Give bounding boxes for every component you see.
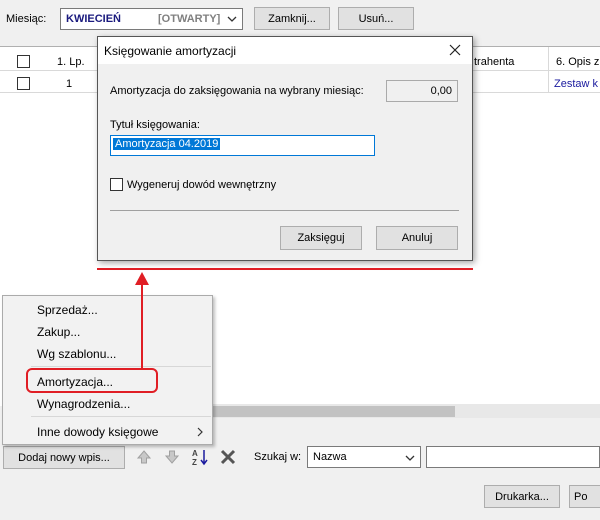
- print-button[interactable]: Drukarka...: [484, 485, 560, 508]
- chevron-down-icon: [227, 16, 237, 22]
- generate-document-checkbox[interactable]: [110, 178, 123, 191]
- move-down-button[interactable]: [161, 446, 183, 468]
- svg-text:Z: Z: [192, 458, 197, 467]
- posting-title-value: Amortyzacja 04.2019: [113, 138, 221, 150]
- delete-button[interactable]: Usuń...: [338, 7, 414, 30]
- posting-title-label: Tytuł księgowania:: [110, 119, 200, 131]
- column-header-opis[interactable]: 6. Opis z: [556, 56, 599, 68]
- post-depreciation-dialog: Księgowanie amortyzacji Amortyzacja do z…: [97, 36, 473, 261]
- month-select[interactable]: KWIECIEŃ [OTWARTY]: [60, 8, 243, 30]
- column-header-lp[interactable]: 1. Lp.: [57, 56, 85, 68]
- sort-button[interactable]: A Z: [189, 446, 211, 468]
- dialog-titlebar[interactable]: Księgowanie amortyzacji: [98, 37, 472, 64]
- dialog-title: Księgowanie amortyzacji: [104, 44, 237, 58]
- row-opis[interactable]: Zestaw k: [554, 78, 598, 90]
- post-button[interactable]: Zaksięguj: [280, 226, 362, 250]
- annotation-arrow-shaft: [141, 283, 143, 369]
- select-all-checkbox[interactable]: [17, 55, 30, 68]
- delete-entry-button[interactable]: [217, 446, 239, 468]
- search-label: Szukaj w:: [254, 451, 302, 463]
- move-up-button[interactable]: [133, 446, 155, 468]
- chevron-right-icon: [197, 427, 203, 437]
- delete-x-icon: [220, 449, 236, 465]
- arrow-up-icon: [136, 450, 152, 464]
- row-lp: 1: [66, 78, 73, 90]
- menu-separator: [31, 366, 211, 367]
- amount-label: Amortyzacja do zaksięgowania na wybrany …: [110, 85, 364, 97]
- search-field-value: Nazwa: [313, 451, 347, 463]
- row-checkbox[interactable]: [17, 77, 30, 90]
- amount-value: 0,00: [386, 80, 458, 102]
- generate-document-label[interactable]: Wygeneruj dowód wewnętrzny: [127, 179, 276, 191]
- scrollbar-thumb[interactable]: [213, 406, 455, 417]
- horizontal-scrollbar[interactable]: [213, 404, 600, 418]
- search-input[interactable]: [426, 446, 600, 468]
- close-icon[interactable]: [446, 41, 464, 59]
- add-entry-button[interactable]: Dodaj nowy wpis...: [3, 446, 125, 469]
- more-button[interactable]: Po: [569, 485, 600, 508]
- posting-title-input[interactable]: Amortyzacja 04.2019: [110, 135, 375, 156]
- highlight-box: [26, 368, 158, 393]
- dialog-separator: [110, 210, 459, 211]
- menu-item-sprzedaz[interactable]: Sprzedaż...: [37, 303, 98, 317]
- sort-az-icon: A Z: [192, 449, 208, 467]
- column-header-kontrahent[interactable]: trahenta: [474, 56, 514, 68]
- chevron-down-icon: [405, 455, 415, 461]
- search-field-select[interactable]: Nazwa: [307, 446, 421, 468]
- month-value: KWIECIEŃ: [66, 13, 121, 25]
- menu-item-wynagrodzenia[interactable]: Wynagrodzenia...: [37, 397, 130, 411]
- menu-separator: [31, 416, 211, 417]
- menu-item-inne-dowody[interactable]: Inne dowody księgowe: [37, 425, 158, 439]
- arrow-down-icon: [164, 450, 180, 464]
- annotation-underline: [97, 268, 473, 270]
- menu-item-wg-szablonu[interactable]: Wg szablonu...: [37, 347, 116, 361]
- menu-item-zakup[interactable]: Zakup...: [37, 325, 80, 339]
- annotation-arrow-head-icon: [135, 272, 149, 285]
- month-status: [OTWARTY]: [158, 13, 221, 25]
- svg-text:A: A: [192, 449, 198, 458]
- close-month-button[interactable]: Zamknij...: [254, 7, 330, 30]
- month-label: Miesiąc:: [6, 13, 47, 25]
- cancel-button[interactable]: Anuluj: [376, 226, 458, 250]
